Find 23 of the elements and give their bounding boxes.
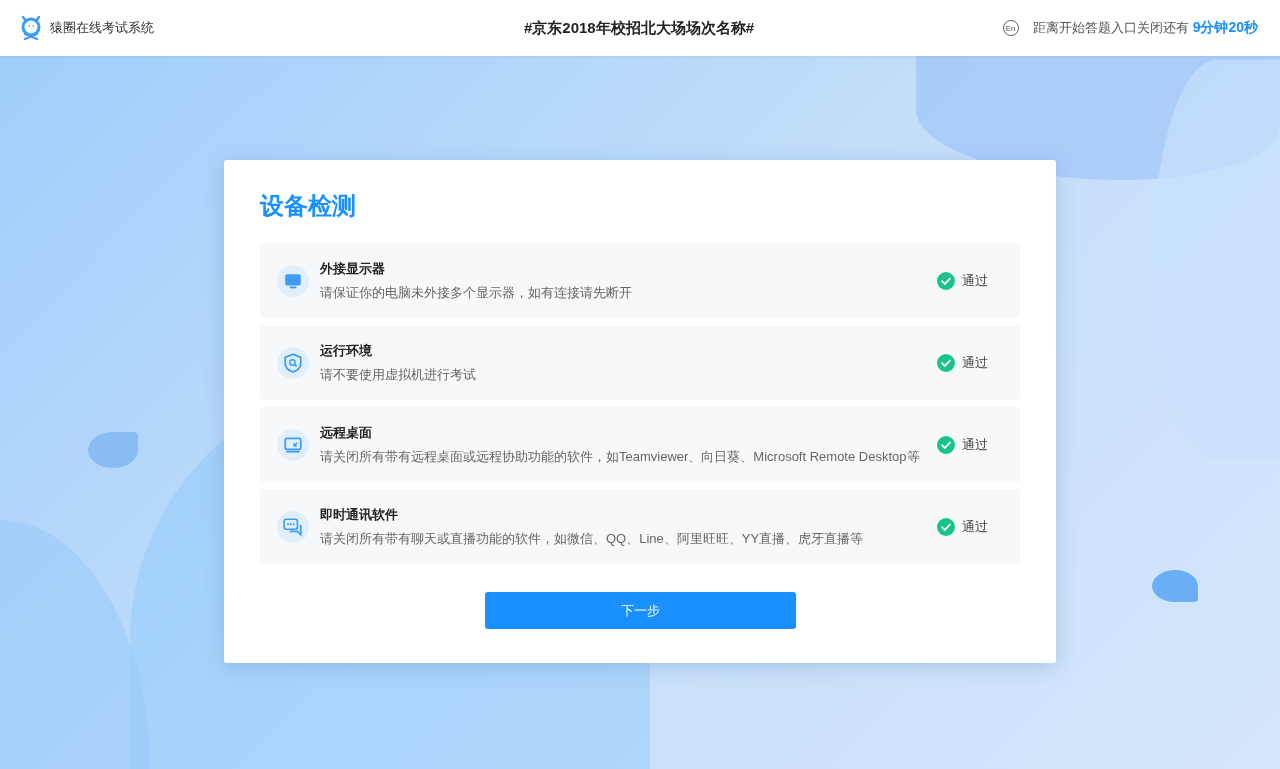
app-name: 猿圈在线考试系统	[50, 19, 154, 37]
status-label: 通过	[962, 517, 988, 536]
leaf-shape	[88, 432, 138, 468]
check-description: 请关闭所有带有远程桌面或远程协助功能的软件，如Teamviewer、向日葵、Microsoft Remote Desktop等	[320, 447, 921, 466]
status-label: 通过	[962, 353, 988, 372]
check-description: 请保证你的电脑未外接多个显示器，如有连接请先断开	[320, 283, 633, 302]
check-title: 运行环境	[320, 341, 373, 360]
status-label: 通过	[962, 435, 988, 454]
check-title: 即时通讯软件	[320, 505, 399, 524]
card-title: 设备检测	[260, 191, 357, 221]
status-label: 通过	[962, 271, 988, 290]
check-description: 请关闭所有带有聊天或直播功能的软件，如微信、QQ、Line、阿里旺旺、YY直播、虎牙直播等	[320, 529, 865, 548]
exam-title: #京东2018年校招北大场场次名称#	[523, 18, 755, 38]
check-description: 请不要使用虚拟机进行考试	[320, 365, 477, 384]
check-title: 外接显示器	[320, 259, 386, 278]
countdown-value: 9分钟20秒	[1192, 19, 1258, 37]
remote-desktop-icon	[283, 434, 303, 455]
leaf-shape	[1152, 570, 1198, 602]
mascot-logo-icon	[20, 15, 42, 41]
chat-bubbles-icon	[283, 516, 303, 537]
countdown-label: 距离开始答题入口关闭还有	[1032, 19, 1189, 37]
shield-search-icon	[283, 352, 303, 373]
check-title: 远程桌面	[320, 423, 373, 442]
